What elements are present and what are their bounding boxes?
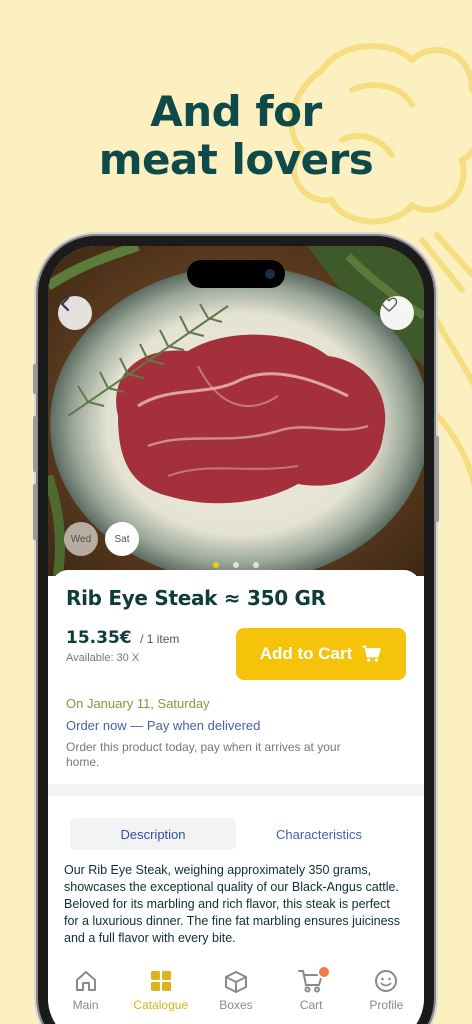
nav-label-boxes: Boxes bbox=[219, 998, 253, 1012]
price-row: 15.35€ / 1 item Available: 30 X Add to C… bbox=[66, 628, 406, 682]
tab-characteristics[interactable]: Characteristics bbox=[236, 818, 402, 850]
details-section: Description Characteristics Our Rib Eye … bbox=[48, 796, 424, 966]
back-button[interactable] bbox=[58, 296, 92, 330]
product-price: 15.35€ bbox=[66, 628, 132, 648]
home-icon bbox=[75, 971, 96, 991]
phone-frame: Wed Sat Rib Eye Steak ≈ 350 GR 15.35€ / … bbox=[33, 236, 439, 1024]
price-unit: / 1 item bbox=[140, 632, 180, 646]
add-to-cart-button[interactable]: Add to Cart bbox=[236, 628, 406, 680]
nav-item-boxes[interactable]: Boxes bbox=[201, 968, 271, 1024]
headline-line-1: And for bbox=[150, 87, 322, 136]
product-photo[interactable]: Wed Sat bbox=[48, 246, 424, 576]
heart-icon bbox=[380, 297, 398, 312]
nav-item-main[interactable]: Main bbox=[51, 968, 121, 1024]
carousel-dot[interactable] bbox=[233, 562, 239, 568]
product-card: Rib Eye Steak ≈ 350 GR 15.35€ / 1 item A… bbox=[52, 570, 420, 784]
phone-power-button bbox=[435, 436, 439, 522]
carousel-dot[interactable] bbox=[213, 562, 219, 568]
phone-screen: Wed Sat Rib Eye Steak ≈ 350 GR 15.35€ / … bbox=[48, 246, 424, 1024]
nav-label-profile: Profile bbox=[369, 998, 404, 1012]
bottom-nav: Main Catalogue Boxes Cart Profile bbox=[48, 954, 424, 1024]
steak-illustration bbox=[48, 246, 424, 576]
delivery-date: On January 11, Saturday bbox=[66, 696, 210, 711]
dynamic-island bbox=[187, 260, 285, 288]
cart-icon bbox=[362, 645, 382, 662]
nav-item-profile[interactable]: Profile bbox=[351, 968, 421, 1024]
add-to-cart-label: Add to Cart bbox=[259, 644, 353, 663]
section-divider bbox=[48, 784, 424, 796]
details-tabs: Description Characteristics bbox=[70, 818, 402, 850]
favorite-button[interactable] bbox=[380, 296, 414, 330]
chevron-left-icon bbox=[60, 296, 70, 312]
smiley-icon bbox=[375, 970, 398, 992]
carousel-indicator bbox=[48, 562, 424, 568]
headline-line-2: meat lovers bbox=[98, 135, 374, 184]
nav-label-cart: Cart bbox=[299, 998, 323, 1012]
product-description: Our Rib Eye Steak, weighing approximatel… bbox=[64, 863, 401, 945]
nav-label-catalogue: Catalogue bbox=[133, 998, 189, 1012]
day-chip-sat[interactable]: Sat bbox=[105, 522, 139, 556]
grid-icon bbox=[150, 971, 171, 991]
order-description: Order this product today, pay when it ar… bbox=[66, 740, 341, 769]
phone-side-button bbox=[33, 364, 37, 394]
box-icon bbox=[224, 971, 247, 993]
order-now-text: Order now — Pay when delivered bbox=[66, 718, 261, 733]
phone-volume-up bbox=[33, 416, 37, 472]
headline: And for meat lovers bbox=[0, 88, 472, 184]
tab-description[interactable]: Description bbox=[70, 818, 236, 850]
nav-item-cart[interactable]: Cart bbox=[276, 965, 346, 1024]
nav-item-catalogue[interactable]: Catalogue bbox=[126, 968, 196, 1024]
day-chip-wed[interactable]: Wed bbox=[64, 522, 98, 556]
product-title: Rib Eye Steak ≈ 350 GR bbox=[66, 586, 326, 610]
nav-label-main: Main bbox=[72, 998, 99, 1012]
phone-volume-down bbox=[33, 484, 37, 540]
cart-badge bbox=[317, 965, 332, 979]
carousel-dot[interactable] bbox=[253, 562, 259, 568]
